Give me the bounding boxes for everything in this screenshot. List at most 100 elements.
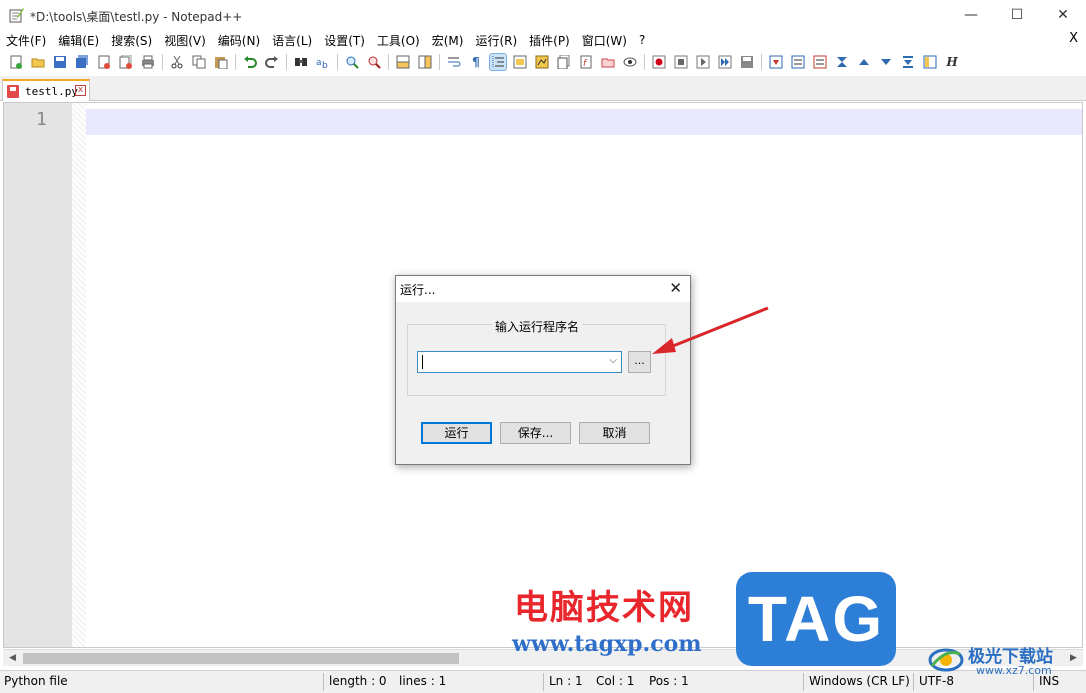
scrollbar-thumb[interactable] — [23, 653, 459, 664]
svg-text:a: a — [316, 58, 322, 68]
menu-window[interactable]: 窗口(W) — [582, 32, 627, 49]
zoom-out-icon[interactable] — [366, 54, 382, 70]
monitor-icon[interactable] — [622, 54, 638, 70]
watermark-tag-logo: TAG — [736, 572, 896, 666]
close-all-icon[interactable] — [118, 54, 134, 70]
notepad-plus-plus-icon — [9, 8, 24, 23]
toolbar: ab ¶ f H — [0, 51, 1086, 73]
sync-v-icon[interactable] — [395, 54, 411, 70]
scroll-left-icon[interactable]: ◀ — [5, 652, 20, 665]
undo-icon[interactable] — [242, 54, 258, 70]
tab-testl-py[interactable]: testl.py x — [2, 79, 90, 101]
save-icon[interactable] — [52, 54, 68, 70]
annotation-arrow-icon — [652, 306, 769, 354]
find-icon[interactable] — [293, 54, 309, 70]
save-button[interactable]: 保存... — [500, 422, 571, 444]
panel-icon[interactable] — [922, 54, 938, 70]
print-icon[interactable] — [140, 54, 156, 70]
toolbar-separator — [286, 54, 287, 70]
chevron-down-icon[interactable]: ⌵ — [609, 355, 617, 366]
menu-macro[interactable]: 宏(M) — [432, 32, 464, 49]
doc-map-icon[interactable] — [534, 54, 550, 70]
watermark-aurora-logo: 极光下载站 www.xz7.com — [928, 640, 1078, 680]
status-divider — [913, 673, 914, 691]
svg-text:b: b — [322, 61, 328, 69]
status-ln: Ln : 1 — [549, 674, 583, 688]
indent-guide-icon[interactable] — [489, 53, 507, 71]
column-view-icon[interactable] — [790, 54, 806, 70]
menu-plugins[interactable]: 插件(P) — [529, 32, 570, 49]
stop-macro-icon[interactable] — [673, 54, 689, 70]
program-name-label: 输入运行程序名 — [492, 318, 583, 335]
tab-label: testl.py — [25, 84, 78, 98]
close-icon[interactable] — [96, 54, 112, 70]
aurora-logo-icon — [928, 648, 964, 672]
paste-icon[interactable] — [213, 54, 229, 70]
menu-edit[interactable]: 编辑(E) — [58, 32, 99, 49]
window-title: *D:\tools\桌面\testl.py - Notepad++ — [30, 10, 243, 24]
line-number-gutter: 1 — [4, 103, 72, 647]
word-wrap-icon[interactable] — [446, 54, 462, 70]
save-all-icon[interactable] — [74, 54, 90, 70]
copy-icon[interactable] — [191, 54, 207, 70]
unsaved-file-icon — [7, 84, 19, 98]
watermark-site-name: 电脑技术网 — [514, 588, 694, 628]
menu-search[interactable]: 搜索(S) — [111, 32, 152, 49]
status-eol: Windows (CR LF) — [809, 674, 910, 688]
menu-help[interactable]: ? — [639, 33, 645, 47]
minimize-button[interactable]: — — [948, 0, 994, 30]
list-red-icon[interactable] — [812, 54, 828, 70]
save-macro-icon[interactable] — [739, 54, 755, 70]
run-button[interactable]: 运行 — [421, 422, 492, 444]
menu-view[interactable]: 视图(V) — [164, 32, 206, 49]
replace-icon[interactable]: ab — [315, 54, 331, 70]
folder-workspace-icon[interactable] — [600, 54, 616, 70]
doc-list-icon[interactable] — [556, 54, 572, 70]
cancel-button[interactable]: 取消 — [579, 422, 650, 444]
status-file-type: Python file — [4, 674, 68, 688]
fold-margin[interactable] — [72, 103, 86, 647]
menu-run[interactable]: 运行(R) — [475, 32, 517, 49]
arrow-down-icon[interactable] — [878, 54, 894, 70]
run-macro-multiple-icon[interactable] — [717, 54, 733, 70]
tab-close-icon[interactable]: x — [75, 85, 86, 96]
dialog-close-button[interactable]: ✕ — [669, 279, 682, 297]
dialog-title-bar: 运行... ✕ — [396, 276, 690, 302]
open-file-icon[interactable] — [30, 54, 46, 70]
status-divider — [323, 673, 324, 691]
menu-tools[interactable]: 工具(O) — [377, 32, 420, 49]
menu-settings[interactable]: 设置(T) — [324, 32, 365, 49]
redo-icon[interactable] — [264, 54, 280, 70]
udl-icon[interactable] — [512, 54, 528, 70]
play-macro-icon[interactable] — [695, 54, 711, 70]
close-document-button[interactable]: X — [1069, 31, 1078, 46]
maximize-button[interactable]: ☐ — [994, 0, 1040, 30]
menu-file[interactable]: 文件(F) — [6, 32, 46, 49]
title-bar: *D:\tools\桌面\testl.py - Notepad++ — ☐ ✕ — [0, 0, 1086, 30]
show-all-chars-icon[interactable]: ¶ — [468, 54, 484, 70]
arrow-up-icon[interactable] — [856, 54, 872, 70]
collapse-icon[interactable] — [834, 54, 850, 70]
dialog-title: 运行... — [400, 283, 436, 297]
expand-icon[interactable] — [900, 54, 916, 70]
function-list-icon[interactable]: f — [578, 54, 594, 70]
menu-language[interactable]: 语言(L) — [272, 32, 312, 49]
toolbar-separator — [761, 54, 762, 70]
new-file-icon[interactable] — [8, 54, 24, 70]
toolbar-separator — [644, 54, 645, 70]
move-down-icon[interactable] — [768, 54, 784, 70]
cut-icon[interactable] — [169, 54, 185, 70]
status-pos: Pos : 1 — [649, 674, 689, 688]
status-lines: lines : 1 — [399, 674, 447, 688]
program-name-combobox[interactable]: ⌵ — [417, 351, 622, 373]
record-macro-icon[interactable] — [651, 54, 667, 70]
menu-encoding[interactable]: 编码(N) — [218, 32, 260, 49]
toolbar-separator — [337, 54, 338, 70]
status-divider — [543, 673, 544, 691]
toolbar-separator — [162, 54, 163, 70]
status-bar: Python file length : 0 lines : 1 Ln : 1 … — [0, 670, 1086, 693]
lang-icon[interactable]: H — [944, 54, 960, 70]
sync-h-icon[interactable] — [417, 54, 433, 70]
zoom-in-icon[interactable] — [344, 54, 360, 70]
close-window-button[interactable]: ✕ — [1040, 0, 1086, 30]
